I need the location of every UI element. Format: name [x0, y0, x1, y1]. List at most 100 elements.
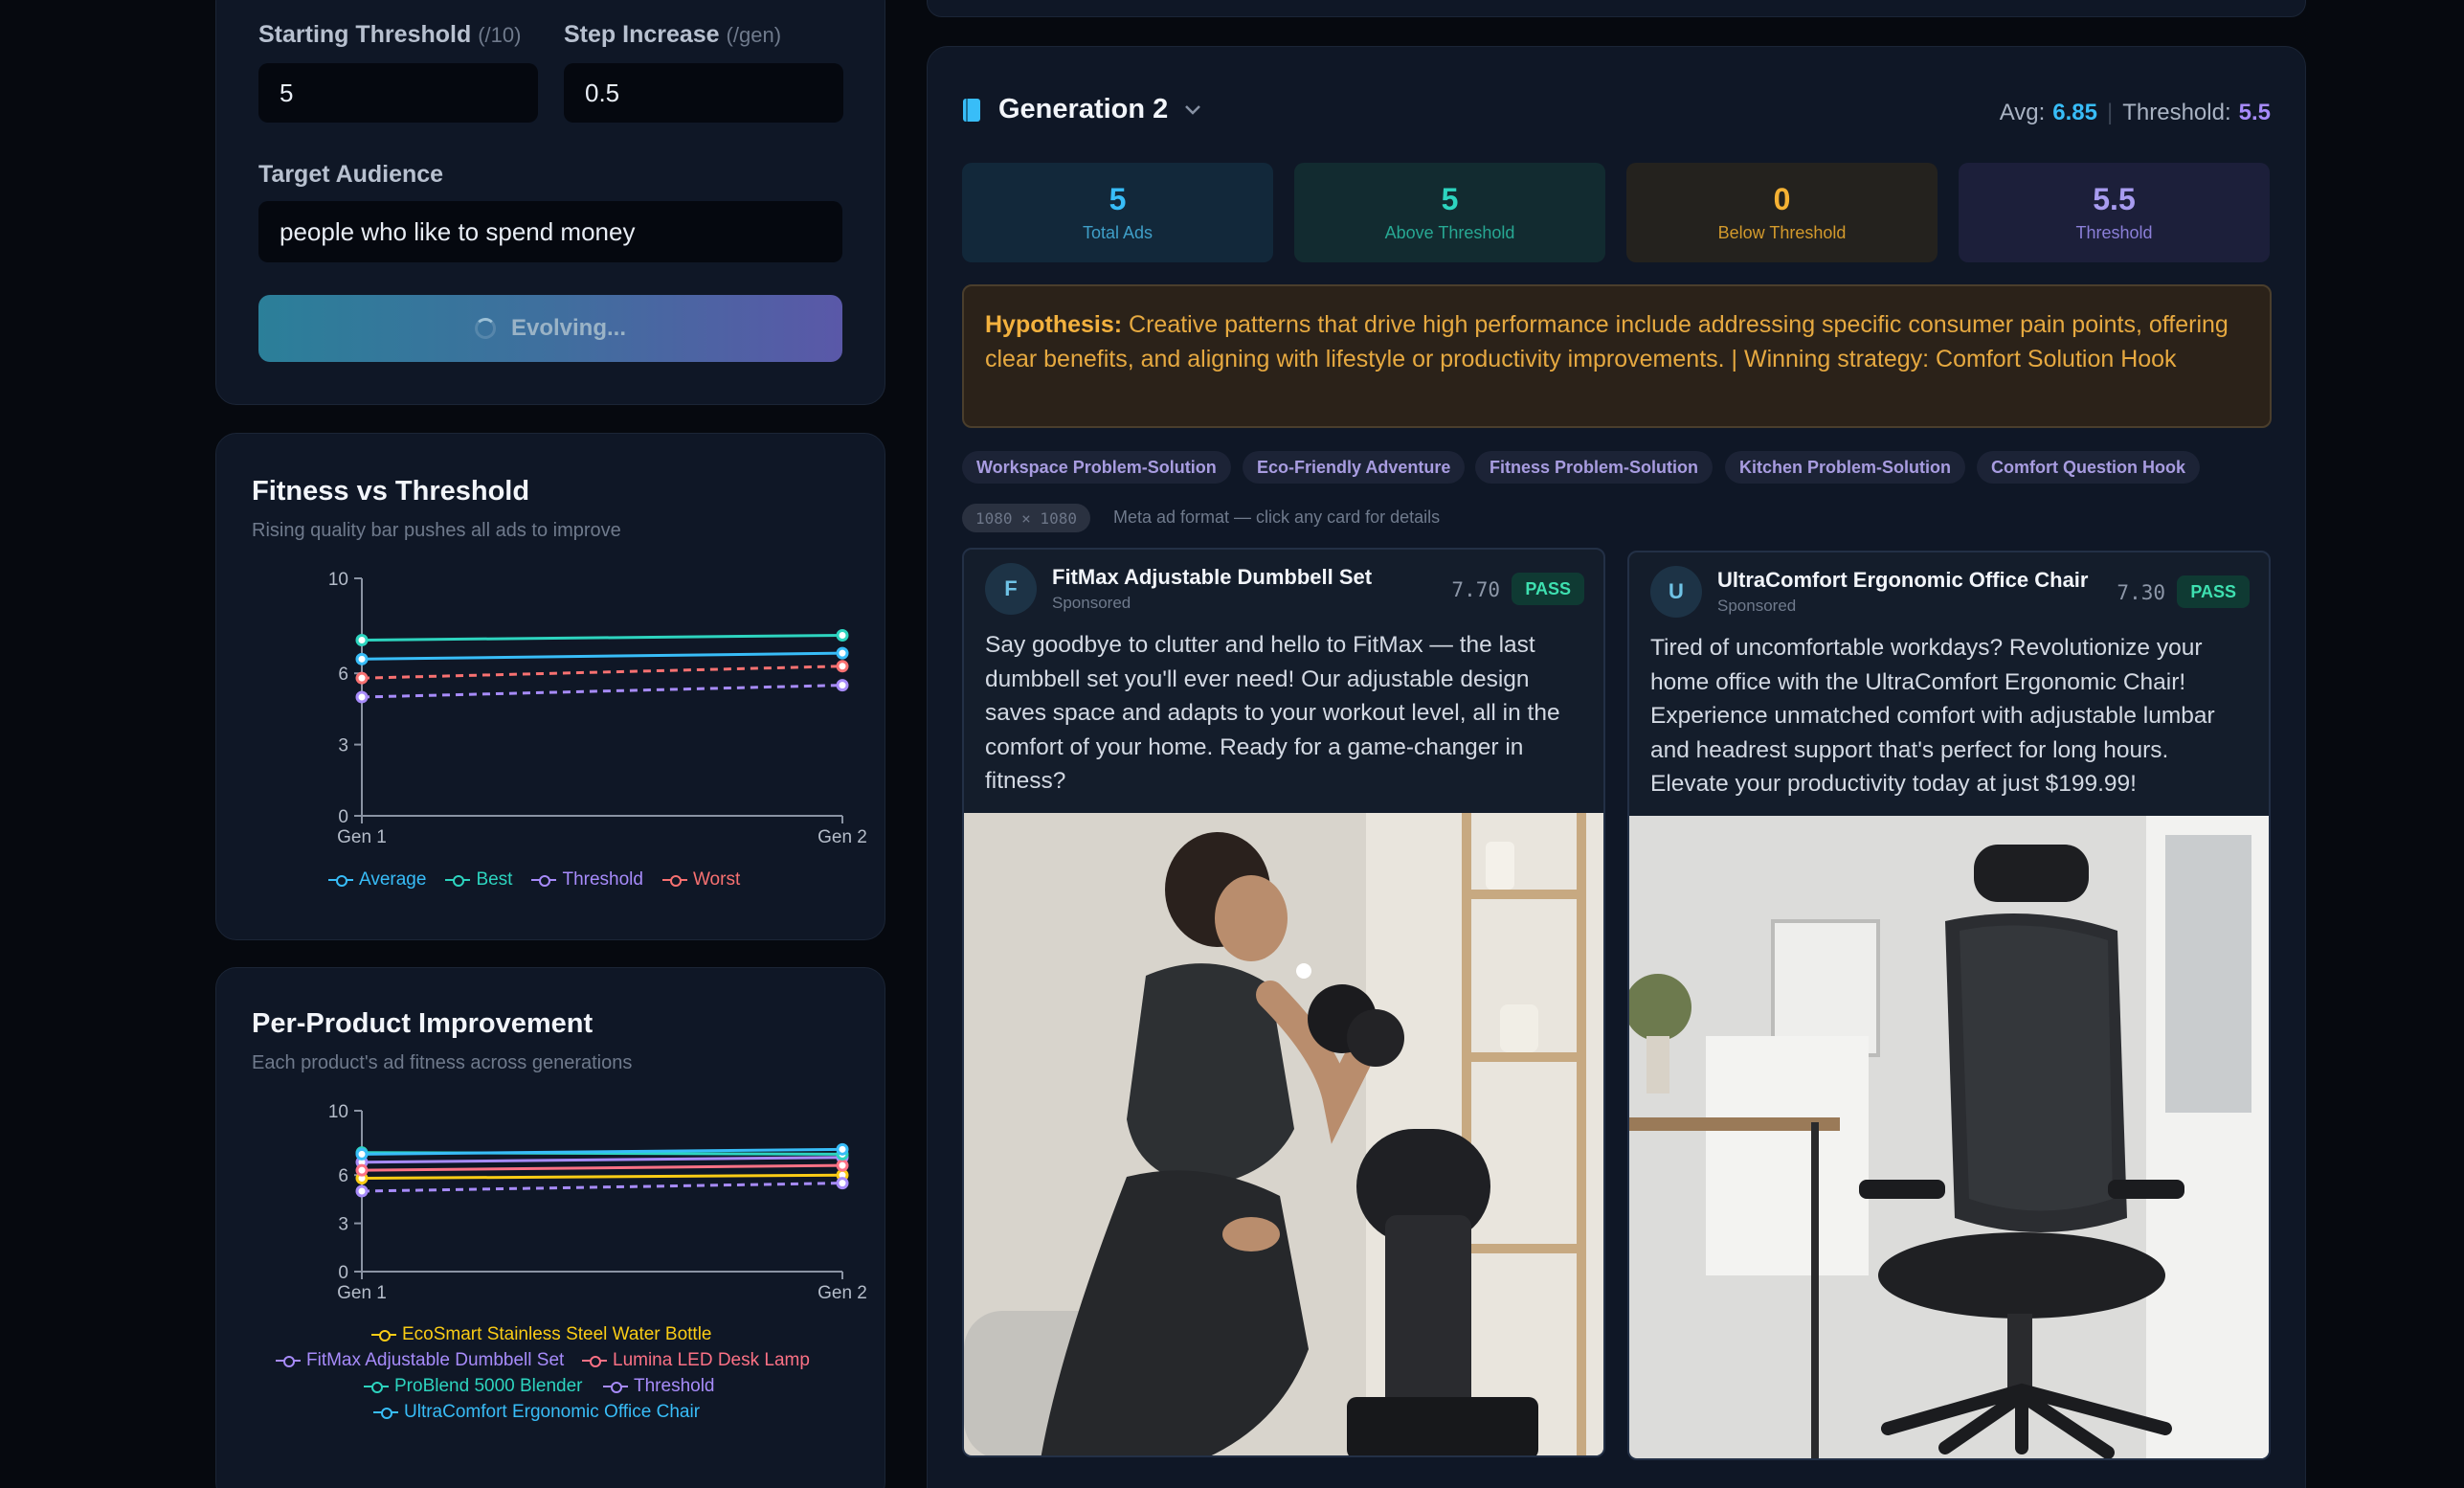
y-tick-label: 10: [328, 1102, 348, 1122]
legend-marker: [364, 1380, 389, 1393]
y-tick-label: 3: [338, 1215, 348, 1235]
starting-threshold-unit: (/10): [478, 23, 522, 47]
pattern-chip[interactable]: Workspace Problem-Solution: [962, 451, 1231, 484]
generation-title: Generation 2: [998, 94, 1169, 124]
target-audience-label: Target Audience: [258, 161, 444, 188]
data-point[interactable]: [355, 1147, 369, 1161]
legend-label: ProBlend 5000 Blender: [394, 1376, 583, 1396]
ad-copy: Say goodbye to clutter and hello to FitM…: [985, 632, 1560, 794]
target-audience-input[interactable]: people who like to spend money: [258, 201, 842, 262]
avatar: U: [1650, 566, 1702, 618]
legend-item-threshold: Threshold: [531, 869, 643, 891]
ad-product-name: FitMax Adjustable Dumbbell Set: [1052, 565, 1373, 589]
legend-item-fitmax: FitMax Adjustable Dumbbell Set: [276, 1350, 564, 1371]
legend-item-average: Average: [328, 869, 426, 891]
series-line: [361, 1163, 843, 1172]
data-point[interactable]: [355, 652, 369, 665]
x-tick-label: Gen 2: [818, 827, 867, 847]
data-point[interactable]: [355, 690, 369, 704]
evolve-button[interactable]: Evolving...: [258, 295, 842, 362]
cursor-pointer-icon: [1296, 963, 1311, 979]
legend-marker: [661, 873, 687, 887]
pattern-chip[interactable]: Comfort Question Hook: [1977, 451, 2200, 484]
stat-threshold: 5.5 Threshold: [1959, 163, 2270, 262]
y-tick-label: 0: [338, 807, 348, 827]
series-line: [361, 1156, 843, 1164]
data-point[interactable]: [836, 679, 849, 692]
legend-label: Threshold: [562, 869, 643, 890]
ad-card-fitmax[interactable]: F FitMax Adjustable Dumbbell Set Sponsor…: [962, 548, 1605, 1457]
fitness-chart-title: Fitness vs Threshold: [252, 476, 530, 507]
stat-value: 5: [1441, 182, 1459, 216]
generation-summary: Avg: 6.85 | Threshold: 5.5: [2000, 100, 2271, 126]
format-note: Meta ad format — click any card for deta…: [1113, 507, 1441, 527]
y-tick-label: 3: [338, 736, 348, 756]
loading-spinner-icon: [474, 318, 496, 339]
product-chart-subtitle: Each product's ad fitness across generat…: [252, 1052, 633, 1073]
legend-label: FitMax Adjustable Dumbbell Set: [306, 1350, 565, 1370]
legend-item-problend: ProBlend 5000 Blender: [364, 1376, 582, 1397]
hypothesis-label: Hypothesis:: [985, 311, 1123, 338]
legend-marker: [582, 1354, 607, 1367]
data-point[interactable]: [836, 1142, 849, 1156]
pattern-chip[interactable]: Eco-Friendly Adventure: [1243, 451, 1466, 484]
ad-score: 7.70: [1451, 578, 1500, 601]
summary-separator: |: [2107, 100, 2114, 125]
legend-marker: [603, 1380, 628, 1393]
fitness-chart: 0 3 6 10 Gen 1 Gen 2: [328, 570, 867, 847]
legend-label: Average: [359, 869, 427, 890]
legend-label: EcoSmart Stainless Steel Water Bottle: [402, 1324, 712, 1344]
pass-badge: PASS: [2177, 575, 2250, 608]
step-increase-input[interactable]: 0.5: [564, 63, 843, 123]
data-point[interactable]: [836, 646, 849, 660]
series-line: [361, 651, 843, 661]
stat-value: 5: [1109, 182, 1127, 216]
stat-label: Above Threshold: [1384, 223, 1515, 242]
ad-card-ultracomfort[interactable]: U UltraComfort Ergonomic Office Chair Sp…: [1627, 551, 2271, 1460]
legend-item-best: Best: [445, 869, 512, 891]
sponsored-label: Sponsored: [1717, 597, 1797, 615]
legend-item-worst: Worst: [661, 869, 741, 891]
step-increase-unit: (/gen): [726, 23, 782, 47]
data-point[interactable]: [836, 1177, 849, 1190]
threshold-value: 5.5: [2238, 100, 2271, 125]
legend-label: Worst: [692, 869, 741, 890]
avg-label: Avg:: [1999, 100, 2046, 125]
data-point[interactable]: [836, 1159, 849, 1172]
fitness-chart-legend: Average Best Threshold Worst: [328, 869, 740, 891]
avatar: F: [985, 563, 1037, 615]
legend-label: Lumina LED Desk Lamp: [613, 1350, 810, 1370]
legend-marker: [328, 873, 353, 887]
series-line: [361, 684, 843, 699]
starting-threshold-input[interactable]: 5: [258, 63, 538, 123]
data-point[interactable]: [355, 1163, 369, 1177]
legend-marker: [531, 873, 557, 887]
y-tick-label: 6: [338, 665, 348, 685]
chevron-down-icon[interactable]: [1183, 103, 1202, 117]
ad-image: [1629, 816, 2269, 1458]
legend-label: Threshold: [634, 1376, 715, 1396]
series-line: [361, 1182, 843, 1193]
y-tick-label: 0: [338, 1263, 348, 1283]
starting-threshold-label: Starting Threshold (/10): [258, 21, 521, 49]
pattern-chip[interactable]: Kitchen Problem-Solution: [1725, 451, 1966, 484]
stat-value: 0: [1773, 182, 1791, 216]
stat-value: 5.5: [2093, 182, 2136, 216]
data-point[interactable]: [355, 1184, 369, 1198]
y-tick-label: 10: [328, 570, 348, 590]
legend-label: UltraComfort Ergonomic Office Chair: [404, 1402, 701, 1422]
office-chair-photo: [1629, 816, 2269, 1458]
avg-value: 6.85: [2052, 100, 2097, 125]
data-point[interactable]: [355, 671, 369, 685]
pass-badge: PASS: [1512, 573, 1584, 605]
evolve-button-label: Evolving...: [510, 315, 627, 341]
stat-label: Below Threshold: [1717, 223, 1847, 242]
hypothesis-text: Creative patterns that drive high perfor…: [985, 311, 2229, 372]
ad-product-name: UltraComfort Ergonomic Office Chair: [1717, 568, 2089, 592]
step-increase-label: Step Increase (/gen): [564, 21, 781, 49]
pattern-chip[interactable]: Fitness Problem-Solution: [1475, 451, 1714, 484]
generation-header[interactable]: Generation 2: [962, 94, 1202, 125]
data-point[interactable]: [836, 629, 849, 643]
data-point[interactable]: [355, 633, 369, 646]
data-point[interactable]: [836, 660, 849, 673]
